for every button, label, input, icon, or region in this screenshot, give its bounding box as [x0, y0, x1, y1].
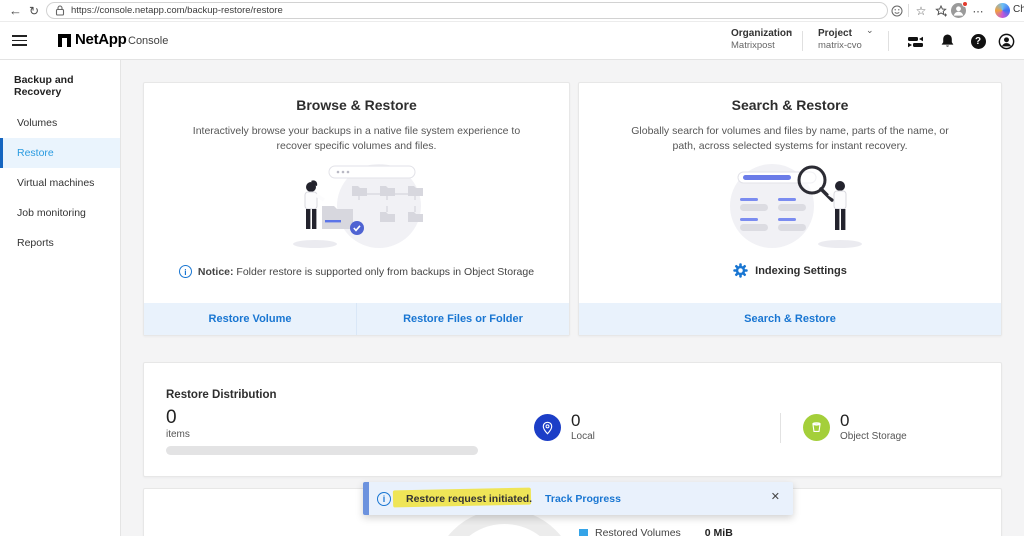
netapp-console-page: ← ↻ https://console.netapp.com/backup-re…: [0, 0, 1024, 536]
organization-value: Matrixpost: [731, 40, 799, 52]
feedback-smiley-icon[interactable]: [889, 3, 905, 19]
restore-toast: i Restore request initiated. Track Progr…: [363, 482, 793, 515]
url-text: https://console.netapp.com/backup-restor…: [71, 5, 283, 16]
search-card-title: Search & Restore: [579, 83, 1001, 113]
restore-volume-button[interactable]: Restore Volume: [144, 303, 356, 335]
notifications-bell-icon[interactable]: [938, 32, 956, 50]
sidebar-item-reports[interactable]: Reports: [0, 228, 120, 258]
sidebar-section-title: Backup and Recovery: [0, 60, 120, 108]
distribution-title: Restore Distribution: [166, 389, 277, 401]
restore-files-or-folder-button[interactable]: Restore Files or Folder: [356, 303, 569, 335]
browser-profile-avatar[interactable]: [951, 3, 966, 18]
sidebar-item-restore[interactable]: Restore: [0, 138, 120, 168]
legend-label: Restored Volumes: [595, 527, 681, 536]
browse-card-notice: i Notice: Folder restore is supported on…: [144, 265, 569, 278]
browse-restore-card: Browse & Restore Interactively browse yo…: [143, 82, 570, 336]
items-count: 0: [166, 407, 177, 429]
search-restore-card: Search & Restore Globally search for vol…: [578, 82, 1002, 336]
main-content: Browse & Restore Interactively browse yo…: [121, 60, 1024, 536]
browse-card-title: Browse & Restore: [144, 83, 569, 113]
netapp-logo-icon: [58, 34, 71, 47]
copilot-label: Ch: [1013, 4, 1024, 15]
info-icon: i: [179, 265, 192, 278]
object-storage-label: Object Storage: [840, 431, 907, 442]
search-and-restore-button[interactable]: Search & Restore: [579, 303, 1001, 335]
notice-text: Folder restore is supported only from ba…: [234, 266, 535, 278]
object-storage-count: 0: [840, 411, 849, 431]
address-bar[interactable]: https://console.netapp.com/backup-restor…: [46, 2, 888, 19]
project-chevron-icon[interactable]: ⌄: [866, 25, 874, 36]
toast-message: Restore request initiated.: [406, 493, 532, 505]
local-pin-icon: [534, 414, 561, 441]
restored-volumes-legend: Restored Volumes 0 MiB: [579, 527, 733, 536]
indexing-settings-button[interactable]: Indexing Settings: [579, 263, 1001, 278]
profile-notification-dot: [962, 1, 968, 7]
app-header: NetApp Console Organization Matrixpost ⌄…: [0, 22, 1024, 60]
netapp-logo-text: NetApp: [75, 31, 127, 48]
workloads-switcher-icon[interactable]: [906, 32, 924, 50]
hamburger-menu-icon[interactable]: [12, 35, 27, 46]
toast-info-icon: i: [377, 492, 391, 506]
distribution-divider: [780, 413, 781, 443]
gear-icon: [733, 263, 748, 278]
console-label: Console: [128, 35, 168, 47]
browse-restore-illustration: [267, 160, 447, 252]
sidebar-item-volumes[interactable]: Volumes: [0, 108, 120, 138]
project-value: matrix-cvo: [818, 40, 878, 52]
site-info-icon: [55, 5, 65, 16]
legend-value: 0 MiB: [705, 527, 733, 536]
account-icon[interactable]: [997, 32, 1015, 50]
toast-accent-bar: [363, 482, 369, 515]
chrome-divider: [908, 4, 909, 17]
toast-close-icon[interactable]: ✕: [771, 490, 780, 503]
distribution-progress-bar: [166, 446, 478, 455]
browser-back-button[interactable]: ←: [9, 0, 22, 22]
browse-card-description: Interactively browse your backups in a n…: [187, 124, 527, 154]
local-label: Local: [571, 431, 595, 442]
copilot-icon[interactable]: [995, 3, 1010, 18]
notice-label: Notice:: [198, 266, 234, 278]
indexing-settings-label: Indexing Settings: [755, 265, 847, 277]
sidebar: Backup and Recovery Volumes Restore Virt…: [0, 60, 121, 536]
search-card-description: Globally search for volumes and files by…: [620, 124, 960, 154]
header-divider-2: [888, 31, 889, 51]
collections-star-plus-icon[interactable]: [933, 3, 949, 19]
browser-menu-icon[interactable]: ⋯: [970, 3, 986, 19]
browser-refresh-button[interactable]: ↻: [29, 0, 39, 22]
search-restore-illustration: [700, 160, 880, 252]
sidebar-item-virtual-machines[interactable]: Virtual machines: [0, 168, 120, 198]
track-progress-link[interactable]: Track Progress: [545, 493, 621, 505]
favorite-star-icon[interactable]: ☆: [913, 3, 929, 19]
local-count: 0: [571, 411, 580, 431]
restore-distribution-card: Restore Distribution 0 items 0 Local 0 O…: [143, 362, 1002, 477]
sidebar-item-job-monitoring[interactable]: Job monitoring: [0, 198, 120, 228]
object-storage-bucket-icon: [803, 414, 830, 441]
browser-chrome: ← ↻ https://console.netapp.com/backup-re…: [0, 0, 1024, 22]
search-card-footer: Search & Restore: [579, 303, 1001, 335]
browse-card-footer: Restore Volume Restore Files or Folder: [144, 303, 569, 335]
items-label: items: [166, 429, 190, 440]
help-icon[interactable]: ?: [969, 32, 987, 50]
legend-square-icon: [579, 529, 588, 536]
organization-chevron-icon[interactable]: ⌄: [786, 25, 794, 36]
header-divider: [802, 31, 803, 51]
